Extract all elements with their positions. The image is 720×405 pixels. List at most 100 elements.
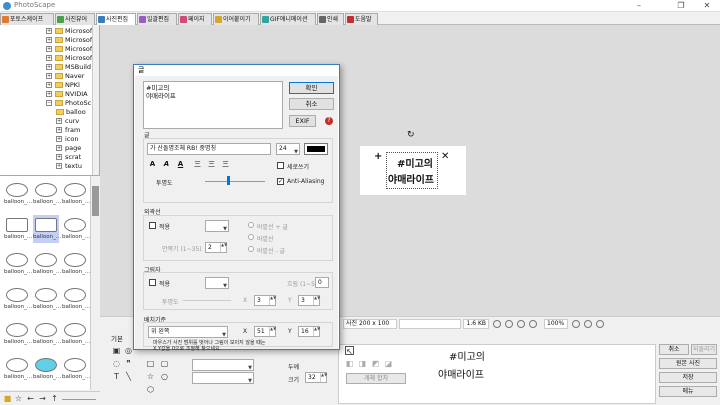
- merge-objects-button[interactable]: 개체 합치: [346, 373, 406, 384]
- align-right-button[interactable]: 三: [221, 160, 230, 169]
- tab-editor[interactable]: 사진편집: [96, 13, 136, 25]
- shadow-checkbox[interactable]: [149, 279, 156, 286]
- antialias-checkbox[interactable]: ✓: [277, 178, 284, 185]
- line-icon[interactable]: ╲: [124, 372, 133, 381]
- outline-radio-3[interactable]: [248, 246, 254, 252]
- arrow-up-icon[interactable]: ↑: [50, 394, 59, 403]
- text-color-picker[interactable]: [304, 143, 328, 155]
- tab-gif[interactable]: GIF애니메이션: [260, 13, 316, 25]
- object-icon-3[interactable]: ◩: [371, 359, 380, 368]
- balloon-thumbnail[interactable]: balloon_...: [33, 180, 61, 208]
- balloon-icon[interactable]: ◎: [124, 346, 133, 355]
- balloon-thumbnail[interactable]: balloon_...: [33, 355, 61, 383]
- font-combo[interactable]: 가 산돌명조체 RB! 중명칭: [147, 143, 271, 155]
- zoom-actual-icon[interactable]: [505, 320, 513, 328]
- pointer-icon[interactable]: ↖: [345, 346, 354, 356]
- balloon-thumbnail[interactable]: balloon_...: [33, 285, 61, 313]
- thumb-scroll-handle[interactable]: [92, 186, 99, 216]
- balloon-thumbnail[interactable]: balloon_...: [4, 355, 32, 383]
- shadow-color-combo[interactable]: ▼: [205, 277, 229, 289]
- align-left-button[interactable]: 三: [193, 160, 202, 169]
- close-button[interactable]: ✕: [694, 0, 720, 12]
- tab-combine[interactable]: 이어붙이기: [213, 13, 259, 25]
- balloon-thumbnail[interactable]: balloon_...: [4, 180, 32, 208]
- tab-help[interactable]: 도움말: [345, 13, 378, 25]
- zoom-fit-icon[interactable]: [493, 320, 501, 328]
- balloon-thumbnail[interactable]: balloon_...: [4, 320, 32, 348]
- size-spinner[interactable]: 32 ▲▼: [305, 372, 327, 383]
- ok-button[interactable]: 확인: [289, 82, 334, 94]
- move-handle-icon[interactable]: +: [374, 151, 382, 162]
- outline-checkbox[interactable]: [149, 222, 156, 229]
- tab-photoscape[interactable]: 포토스케이프: [0, 13, 54, 25]
- undo-button[interactable]: 취소: [659, 344, 689, 355]
- tab-batch[interactable]: 일괄편집: [137, 13, 177, 25]
- zoom-level[interactable]: 100%: [544, 319, 568, 329]
- maximize-button[interactable]: ❐: [668, 0, 694, 12]
- balloon-thumbnail[interactable]: balloon_...: [62, 180, 90, 208]
- object-icon-2[interactable]: ◨: [358, 359, 367, 368]
- thumb-size-slider[interactable]: [62, 399, 96, 400]
- help-question-icon[interactable]: ?: [325, 117, 333, 125]
- position-x-spinner[interactable]: 51 ▲▼: [254, 326, 276, 337]
- cancel-button[interactable]: 취소: [289, 98, 334, 110]
- round-rect-icon[interactable]: ▢: [160, 359, 169, 368]
- balloon-thumbnail[interactable]: balloon_...: [4, 250, 32, 278]
- star-shape-icon[interactable]: ☆: [146, 372, 155, 381]
- balloon-thumbnail[interactable]: balloon_...: [62, 320, 90, 348]
- tab-print[interactable]: 인쇄: [317, 13, 344, 25]
- redo-button[interactable]: 되돌리기: [691, 344, 717, 355]
- outline-radio-2[interactable]: [248, 234, 254, 240]
- thumb-scrollbar[interactable]: [90, 176, 100, 390]
- font-size-combo[interactable]: 24 ▼: [276, 143, 300, 155]
- tab-page[interactable]: 페이지: [178, 13, 212, 25]
- style-combo[interactable]: ▼: [192, 372, 254, 384]
- balloon-thumbnail[interactable]: balloon_...: [4, 285, 32, 313]
- underline-button[interactable]: A: [176, 160, 185, 169]
- brush-combo[interactable]: ▼: [192, 359, 254, 371]
- outline-color-combo[interactable]: ▼: [205, 220, 229, 232]
- minimize-button[interactable]: –: [626, 0, 652, 12]
- image-icon[interactable]: ▣: [112, 346, 121, 355]
- balloon-thumbnail[interactable]: balloon_...: [33, 215, 61, 243]
- zoom-out-icon[interactable]: [517, 320, 525, 328]
- object-icon-4[interactable]: ◪: [384, 359, 393, 368]
- tab-basic[interactable]: 기본: [111, 333, 123, 343]
- tree-scrollbar[interactable]: [92, 25, 99, 175]
- compare-icon[interactable]: [596, 320, 604, 328]
- align-center-button[interactable]: 三: [207, 160, 216, 169]
- text-tool-icon[interactable]: T: [112, 372, 121, 381]
- shadow-x-spinner[interactable]: 3 ▲▼: [254, 295, 276, 306]
- original-photo-button[interactable]: 원본 사진: [659, 358, 717, 369]
- tab-viewer[interactable]: 사진뷰어: [55, 13, 95, 25]
- object-icon-1[interactable]: ◧: [345, 359, 354, 368]
- text-input-area[interactable]: #미고의 야매라이프: [143, 81, 283, 129]
- balloon-thumbnail[interactable]: balloon_...: [62, 355, 90, 383]
- bold-button[interactable]: A: [148, 160, 157, 169]
- balloon-thumbnail[interactable]: balloon_...: [33, 250, 61, 278]
- hexagon-icon[interactable]: ⬡: [146, 385, 155, 394]
- balloon-thumbnail[interactable]: balloon_...: [4, 215, 32, 243]
- balloon-thumbnail[interactable]: balloon_...: [62, 285, 90, 313]
- italic-button[interactable]: A: [162, 160, 171, 169]
- shadow-y-spinner[interactable]: 3 ▲▼: [298, 295, 320, 306]
- outline-thickness-spinner[interactable]: 2 ▲▼: [205, 242, 227, 253]
- save-button[interactable]: 저장: [659, 372, 717, 383]
- quote-icon[interactable]: ❞: [124, 359, 133, 368]
- star-icon[interactable]: ☆: [14, 394, 23, 403]
- outline-radio-1[interactable]: [248, 222, 254, 228]
- circle-icon[interactable]: ○: [160, 372, 169, 381]
- position-combo[interactable]: 위 왼쪽 ▼: [148, 326, 228, 338]
- shadow-opacity-slider[interactable]: [183, 300, 231, 301]
- folder-icon[interactable]: ■: [3, 394, 12, 403]
- vertical-checkbox[interactable]: [277, 162, 284, 169]
- exif-button[interactable]: EXIF: [289, 115, 316, 127]
- menu-button[interactable]: 메뉴: [659, 386, 717, 397]
- delete-object-icon[interactable]: ✕: [441, 151, 449, 162]
- arrow-left-icon[interactable]: ←: [26, 394, 35, 403]
- balloon-thumbnail[interactable]: balloon_...: [62, 215, 90, 243]
- zoom-in-icon[interactable]: [529, 320, 537, 328]
- opacity-slider-track[interactable]: [205, 181, 265, 182]
- balloon-thumbnail[interactable]: balloon_...: [33, 320, 61, 348]
- shadow-blur-spinner[interactable]: 0: [315, 277, 329, 288]
